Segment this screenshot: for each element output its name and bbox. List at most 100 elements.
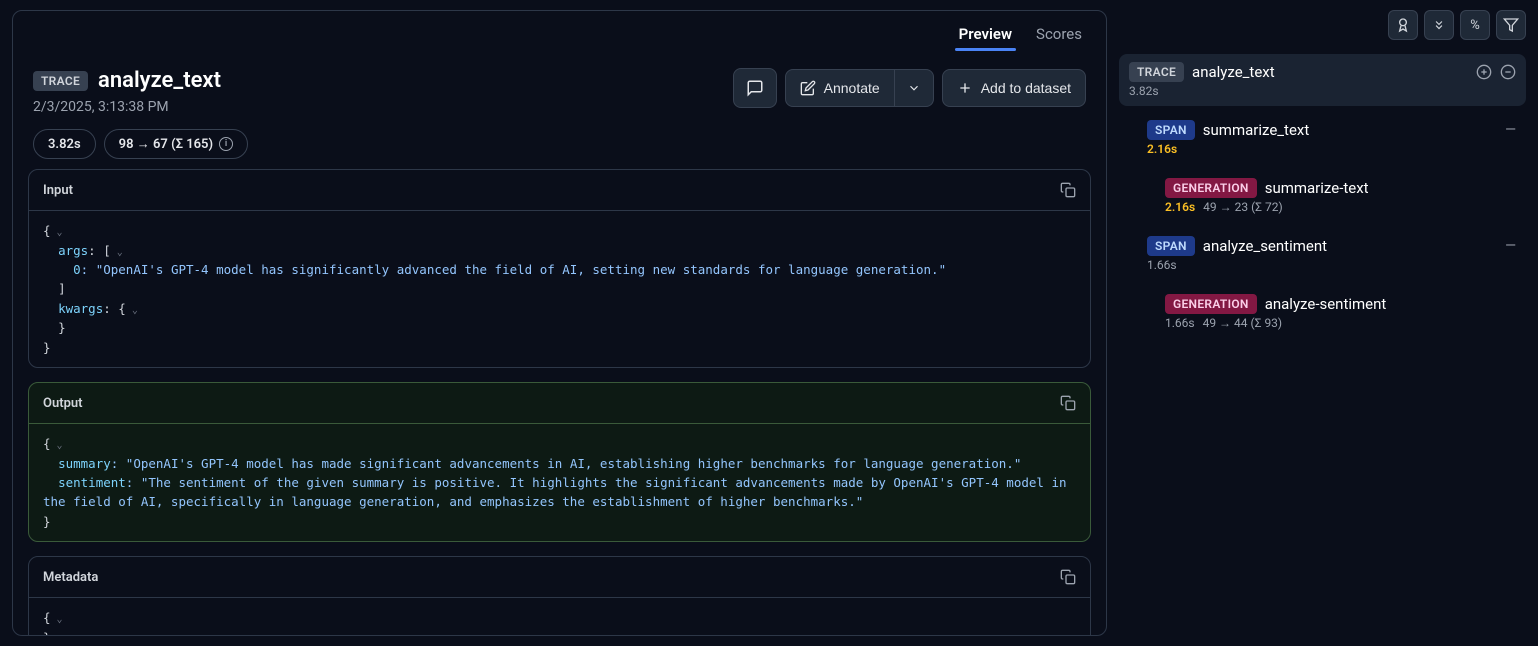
output-title: Output <box>43 396 83 411</box>
tree-root[interactable]: TRACE analyze_text 3.82s <box>1119 54 1526 106</box>
code-line: summary <box>43 456 111 471</box>
copy-icon <box>1060 569 1076 585</box>
metadata-code: { ⌄ } <box>29 598 1090 636</box>
code-line: : "OpenAI's GPT-4 model has made signifi… <box>111 456 1022 471</box>
code-line: : "OpenAI's GPT-4 model has significantl… <box>81 262 946 277</box>
tree-root-dur: 3.82s <box>1129 84 1159 98</box>
tokens-text: 98 → 67 (Σ 165) <box>119 136 213 152</box>
title-area: TRACE analyze_text 2/3/2025, 3:13:38 PM … <box>33 68 248 159</box>
annotate-label: Annotate <box>824 80 880 96</box>
code-line: } <box>43 630 51 637</box>
metadata-header: Metadata <box>29 557 1090 598</box>
trace-badge: TRACE <box>1129 62 1184 82</box>
title-row: TRACE analyze_text <box>33 68 248 93</box>
remove-icon[interactable] <box>1500 64 1516 80</box>
tree-span2-name: analyze_sentiment <box>1203 237 1327 255</box>
tabs-row: Preview Scores <box>13 11 1106 58</box>
span-badge: SPAN <box>1147 120 1195 140</box>
add-dataset-label: Add to dataset <box>981 80 1071 96</box>
tree-span1-dur: 2.16s <box>1147 142 1177 156</box>
input-header: Input <box>29 170 1090 211</box>
tokens-pill: 98 → 67 (Σ 165) i <box>104 129 248 159</box>
tool-button-1[interactable] <box>1388 10 1418 40</box>
tree-span1-name: summarize_text <box>1203 121 1309 139</box>
caret-icon[interactable]: ⌄ <box>126 305 138 316</box>
medal-icon <box>1395 17 1411 33</box>
comment-button[interactable] <box>733 68 777 108</box>
code-line: : [ <box>88 243 111 258</box>
tree-span2-dur: 1.66s <box>1147 258 1177 272</box>
copy-button-output[interactable] <box>1060 395 1076 411</box>
tab-scores[interactable]: Scores <box>1024 11 1094 57</box>
code-line: sentiment <box>43 475 126 490</box>
tool-button-2[interactable] <box>1424 10 1454 40</box>
copy-button-metadata[interactable] <box>1060 569 1076 585</box>
span-badge: SPAN <box>1147 236 1195 256</box>
tree-gen2-dur: 1.66s <box>1165 316 1195 330</box>
code-line: } <box>43 320 66 335</box>
caret-icon[interactable]: ⌄ <box>111 247 123 258</box>
content-area: Input { ⌄ args: [ ⌄ 0: "OpenAI's GPT-4 m… <box>13 167 1106 636</box>
code-line: args <box>43 243 88 258</box>
caret-icon[interactable]: ⌄ <box>51 227 63 238</box>
caret-icon[interactable]: ⌄ <box>51 440 63 451</box>
toolbar-row: % <box>1119 10 1526 40</box>
add-icon[interactable] <box>1476 64 1492 80</box>
code-line: : { <box>103 301 126 316</box>
code-line: { <box>43 610 51 625</box>
code-line: 0 <box>43 262 81 277</box>
code-line: ] <box>43 281 66 296</box>
expand-icon <box>1432 18 1446 32</box>
actions-row: Annotate Add to dataset <box>733 68 1086 108</box>
side-panel: % TRACE analyze_text 3.82s SPAN summariz… <box>1107 0 1538 646</box>
copy-button-input[interactable] <box>1060 182 1076 198</box>
annotate-button[interactable]: Annotate <box>785 69 895 107</box>
annotate-dropdown[interactable] <box>895 69 934 107</box>
info-icon[interactable]: i <box>219 137 233 151</box>
tool-button-filter[interactable] <box>1496 10 1526 40</box>
input-title: Input <box>43 183 73 198</box>
output-block: Output { ⌄ summary: "OpenAI's GPT-4 mode… <box>28 382 1091 542</box>
tool-button-percent[interactable]: % <box>1460 10 1490 40</box>
add-dataset-button[interactable]: Add to dataset <box>942 69 1086 107</box>
percent-label: % <box>1470 18 1480 33</box>
metadata-block: Metadata { ⌄ } <box>28 556 1091 636</box>
edit-icon <box>800 80 816 96</box>
input-code: { ⌄ args: [ ⌄ 0: "OpenAI's GPT-4 model h… <box>29 211 1090 367</box>
tree-span-2[interactable]: SPAN analyze_sentiment 1.66s — <box>1137 228 1526 280</box>
code-line: : "The sentiment of the given summary is… <box>43 475 1074 509</box>
filter-icon <box>1503 17 1519 33</box>
plus-icon <box>957 80 973 96</box>
timestamp: 2/3/2025, 3:13:38 PM <box>33 99 248 115</box>
main-panel: Preview Scores TRACE analyze_text 2/3/20… <box>12 10 1107 636</box>
output-code: { ⌄ summary: "OpenAI's GPT-4 model has m… <box>29 424 1090 541</box>
tree-gen1-name: summarize-text <box>1265 179 1369 197</box>
copy-icon <box>1060 182 1076 198</box>
collapse-icon[interactable]: — <box>1505 122 1516 138</box>
code-line: { <box>43 223 51 238</box>
duration-pill: 3.82s <box>33 129 96 159</box>
tree-gen-2[interactable]: GENERATION analyze-sentiment 1.66s 49 → … <box>1155 286 1526 338</box>
annotate-group: Annotate <box>785 69 934 107</box>
pill-row: 3.82s 98 → 67 (Σ 165) i <box>33 129 248 159</box>
header-section: TRACE analyze_text 2/3/2025, 3:13:38 PM … <box>13 58 1106 167</box>
tree-span-1[interactable]: SPAN summarize_text 2.16s — <box>1137 112 1526 164</box>
page-title: analyze_text <box>98 68 221 93</box>
input-block: Input { ⌄ args: [ ⌄ 0: "OpenAI's GPT-4 m… <box>28 169 1091 368</box>
gen-badge: GENERATION <box>1165 178 1257 198</box>
output-header: Output <box>29 383 1090 424</box>
gen-badge: GENERATION <box>1165 294 1257 314</box>
code-line: kwargs <box>43 301 103 316</box>
comment-icon <box>746 79 764 97</box>
tab-preview[interactable]: Preview <box>947 11 1024 57</box>
tree-gen2-name: analyze-sentiment <box>1265 295 1387 313</box>
tree-gen-1[interactable]: GENERATION summarize-text 2.16s 49 → 23 … <box>1155 170 1526 222</box>
tree-gen1-dur: 2.16s <box>1165 200 1195 214</box>
code-line: } <box>43 514 51 529</box>
code-line: } <box>43 340 51 355</box>
caret-icon[interactable]: ⌄ <box>51 614 63 625</box>
trace-badge: TRACE <box>33 71 88 91</box>
tree-gen1-tokens: 49 → 23 (Σ 72) <box>1203 200 1283 214</box>
copy-icon <box>1060 395 1076 411</box>
collapse-icon[interactable]: — <box>1505 238 1516 254</box>
